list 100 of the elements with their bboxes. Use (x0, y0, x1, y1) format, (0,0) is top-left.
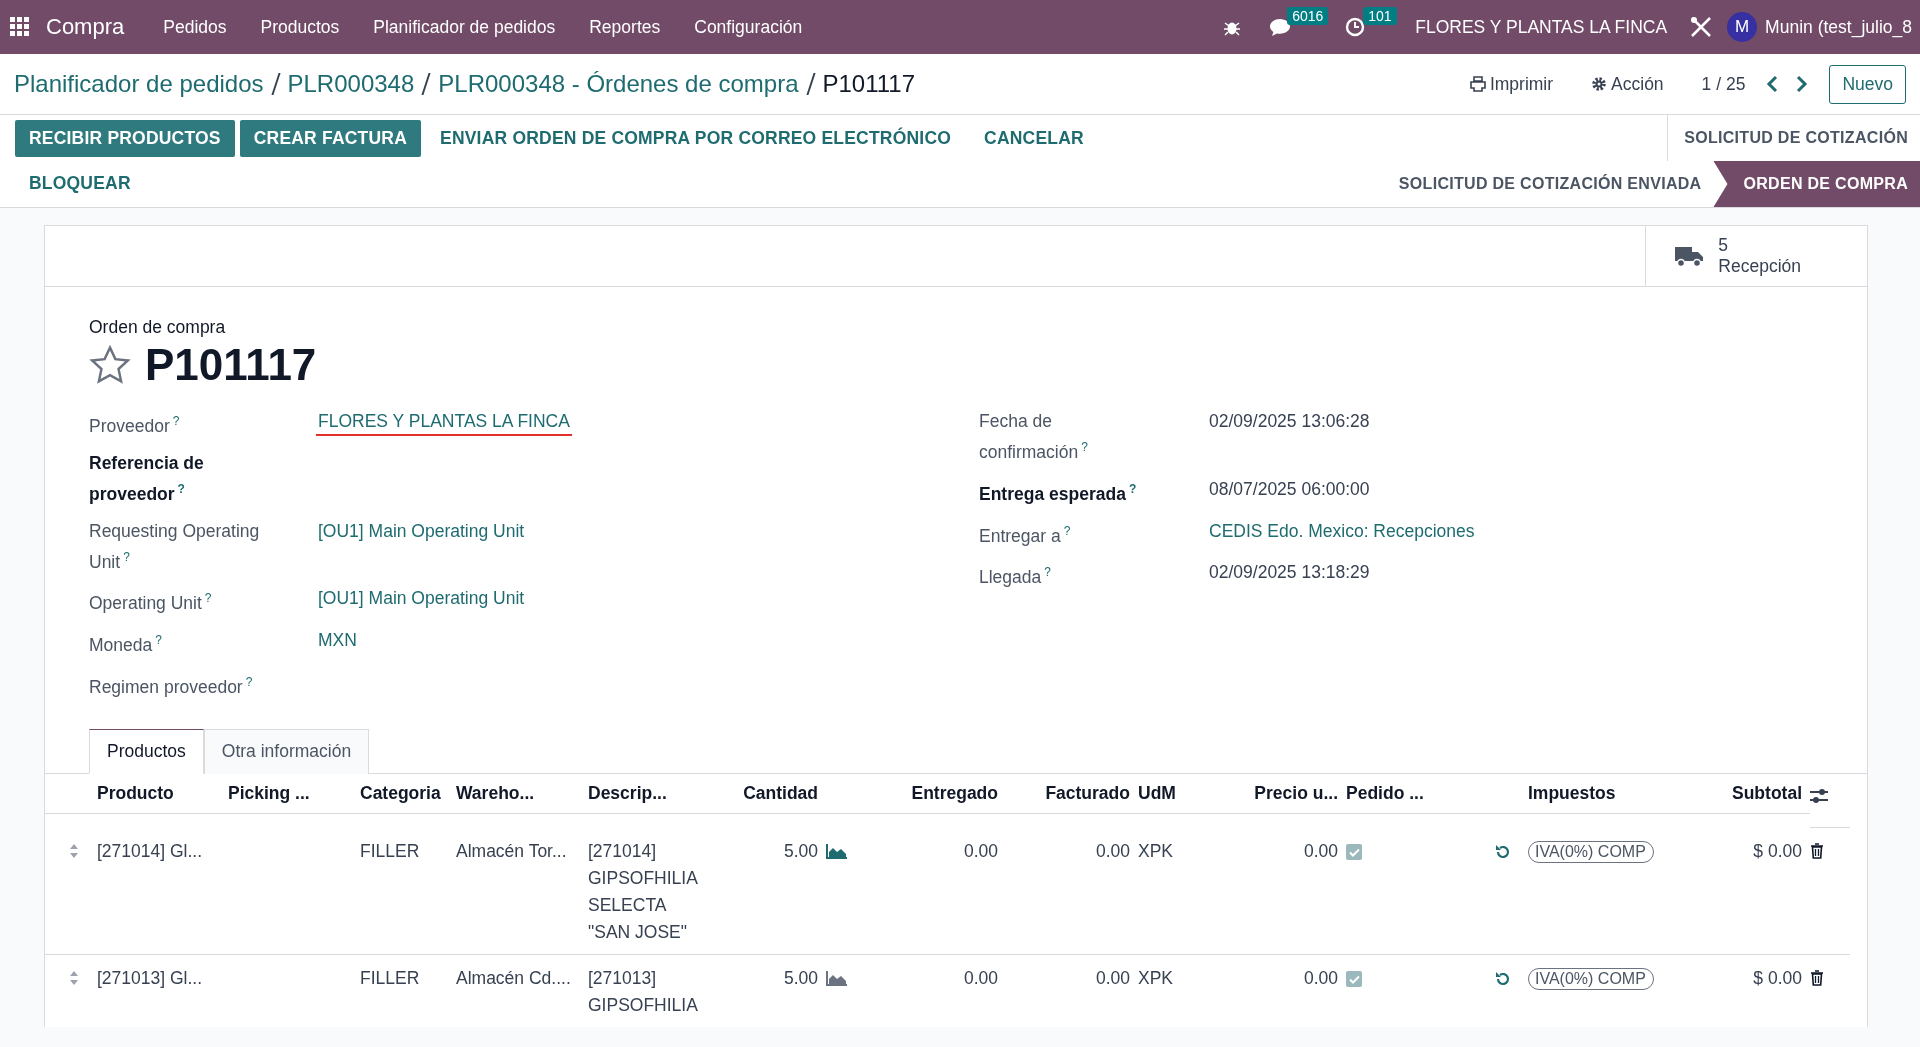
receipt-count: 5 (1718, 235, 1730, 256)
table-cell-text: 5.00 (782, 839, 819, 863)
table-cell-text: 0.00 (962, 839, 999, 863)
chat-icon[interactable] (1269, 17, 1292, 37)
column-header[interactable]: Pedido ... (1346, 773, 1468, 814)
message-count-badge: 6016 (1287, 7, 1329, 25)
menu-item[interactable]: Productos (243, 16, 357, 38)
table-cell-text: XPK (1138, 839, 1175, 863)
column-header[interactable]: Categoria (360, 773, 456, 814)
apps-grid-icon[interactable] (10, 17, 30, 37)
action-button[interactable]: RECIBIR PRODUCTOS (15, 120, 235, 157)
field-label: Requesting Operating Unit $^{?}$ (89, 519, 261, 574)
company-name[interactable]: FLORES Y PLANTAS LA FINCA (1415, 16, 1668, 38)
table-cell-text: 0.00 (1094, 966, 1131, 990)
status-stage[interactable]: ORDEN DE COMPRA (1713, 161, 1920, 207)
menu-item[interactable]: Configuración (677, 16, 820, 38)
table-cell-text: 0.00 (1302, 839, 1339, 863)
drag-handle-icon[interactable] (69, 969, 79, 986)
field-value[interactable]: MXN (318, 627, 357, 654)
clock-icon[interactable] (1345, 17, 1366, 37)
table-cell-text: 5.00 (782, 966, 819, 990)
action-button[interactable]: CANCELAR (970, 120, 1098, 157)
column-header[interactable]: Facturado (1006, 773, 1138, 814)
table-cell-text: [271013] Gl... (97, 966, 204, 990)
column-header[interactable]: Picking ... (228, 773, 360, 814)
column-header[interactable]: UdM (1138, 773, 1204, 814)
menu-item[interactable]: Pedidos (146, 16, 244, 38)
tools-icon[interactable] (1689, 15, 1714, 39)
field-label: Fecha de confirmación $^{?}$ (979, 410, 1089, 464)
column-header[interactable]: Entregado (876, 773, 1006, 814)
action-button[interactable]: BLOQUEAR (15, 165, 145, 202)
breadcrumb-link[interactable]: Planificador de pedidos (14, 70, 264, 98)
form-subtitle: Orden de compra (89, 317, 227, 338)
column-settings-icon[interactable] (1810, 787, 1828, 804)
column-header[interactable]: Wareho... (456, 773, 588, 814)
print-button[interactable]: Imprimir (1463, 72, 1560, 96)
truck-icon (1674, 244, 1705, 268)
table-cell-text: [271013] GIPSOFHILIA (588, 966, 699, 1017)
menu-item[interactable]: Planificador de pedidos (356, 16, 573, 38)
reset-icon[interactable] (1494, 969, 1512, 988)
column-header[interactable]: Producto (97, 773, 228, 814)
table-cell-text: [271014] Gl... (97, 839, 204, 863)
table-cell-text: 0.00 (1094, 839, 1131, 863)
field-label: Regimen proveedor $^{?}$ (89, 674, 254, 699)
printer-icon (1469, 76, 1486, 92)
field-label: Moneda $^{?}$ (89, 632, 163, 658)
star-icon[interactable] (89, 345, 131, 385)
receipt-label: Recepción (1718, 256, 1801, 277)
table-cell-text: Almacén Tor... (456, 839, 568, 863)
table-cell-text: 0.00 (1302, 966, 1339, 990)
table-cell-text: 0.00 (962, 966, 999, 990)
activity-count-badge: 101 (1363, 7, 1397, 25)
order-number: P101117 (145, 340, 317, 390)
action-button[interactable]: Acción (1585, 72, 1670, 96)
pager-counter: 1 / 25 (1701, 73, 1746, 95)
app-name[interactable]: Compra (46, 14, 125, 40)
breadcrumb-link[interactable]: PLR000348 - Órdenes de compra (438, 70, 799, 98)
tab[interactable]: Otra información (203, 728, 370, 774)
area-chart-icon[interactable] (826, 842, 848, 859)
field-label: Referencia de proveedor $^{?}$ (89, 451, 205, 506)
breadcrumb-current: P101117 (822, 70, 916, 98)
new-button[interactable]: Nuevo (1829, 64, 1906, 104)
field-value[interactable]: FLORES Y PLANTAS LA FINCA (316, 408, 572, 436)
area-chart-icon[interactable] (826, 969, 848, 986)
checkbox[interactable] (1346, 844, 1362, 861)
column-header[interactable]: Impuestos (1528, 773, 1652, 814)
table-cell-text: FILLER (360, 839, 421, 863)
field-label: Llegada $^{?}$ (979, 564, 1052, 590)
table-cell-text: $ 0.00 (1752, 966, 1803, 990)
reset-icon[interactable] (1494, 842, 1512, 861)
field-label: Entregar a $^{?}$ (979, 522, 1072, 548)
drag-handle-icon[interactable] (69, 842, 79, 859)
table-cell-text: $ 0.00 (1752, 839, 1803, 863)
user-name[interactable]: Munin (test_julio_8 (1765, 16, 1912, 38)
table-cell-text: Almacén Cd.... (456, 966, 572, 990)
action-button[interactable]: CREAR FACTURA (239, 120, 421, 157)
column-header[interactable]: Cantidad (736, 773, 826, 814)
field-label: Entrega esperada $^{?}$ (979, 480, 1138, 506)
column-header[interactable]: Subtotal (1652, 773, 1810, 814)
breadcrumb-link[interactable]: PLR000348 (287, 70, 415, 98)
field-value: 02/09/2025 13:18:29 (1209, 561, 1370, 585)
table-cell-text: FILLER (360, 966, 421, 990)
trash-icon[interactable] (1810, 969, 1824, 986)
column-header[interactable]: Descrip... (588, 773, 736, 814)
field-value: 08/07/2025 06:00:00 (1209, 477, 1370, 501)
action-button[interactable]: ENVIAR ORDEN DE COMPRA POR CORREO ELECTRÓNICO (426, 120, 966, 157)
checkbox[interactable] (1346, 971, 1362, 988)
table-cell-text: [271014] GIPSOFHILIA SELECTA "SAN JOSE" (588, 839, 699, 944)
user-avatar[interactable]: M (1727, 12, 1758, 42)
gear-icon (1591, 76, 1608, 92)
field-value[interactable]: [OU1] Main Operating Unit (318, 517, 525, 544)
trash-icon[interactable] (1810, 842, 1824, 859)
field-value: 02/09/2025 13:06:28 (1209, 410, 1370, 433)
field-label: Proveedor $^{?}$ (89, 413, 181, 438)
field-value[interactable]: [OU1] Main Operating Unit (318, 585, 525, 612)
table-cell-text: XPK (1138, 966, 1175, 990)
field-value[interactable]: CEDIS Edo. Mexico: Recepciones (1209, 517, 1475, 544)
column-header[interactable]: Precio u... (1204, 773, 1346, 814)
tab[interactable]: Productos (89, 728, 204, 774)
menu-item[interactable]: Reportes (572, 16, 678, 38)
